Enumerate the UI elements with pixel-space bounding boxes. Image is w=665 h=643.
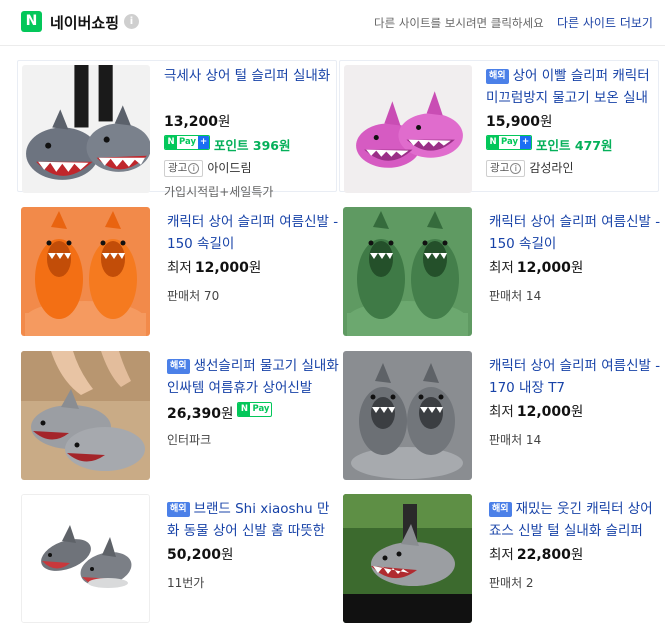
product-card[interactable]: 해외브랜드 Shi xiaoshu 만화 동물 상어 신발 홈 따뜻한 슬리퍼 … <box>21 494 341 626</box>
product-price: 최저 22,800원 <box>489 547 584 563</box>
product-info: 캐릭터 상어 슬리퍼 여름신발 - 150 속길이 최저 12,000원 판매처 … <box>167 211 341 304</box>
product-price: 최저 12,000원 <box>489 404 584 420</box>
product-card[interactable]: 캐릭터 상어 슬리퍼 여름신발 - 150 속길이 최저 12,000원 판매처 … <box>21 207 341 339</box>
overseas-badge: 해외 <box>486 69 509 84</box>
seller-count: 판매처 70 <box>167 289 220 303</box>
product-card[interactable]: 캐릭터 상어 슬리퍼 여름신발 - 150 속길이 최저 12,000원 판매처 … <box>343 207 663 339</box>
product-info: 캐릭터 상어 슬리퍼 여름신발 - 150 속길이 최저 12,000원 판매처 … <box>489 211 663 304</box>
product-card[interactable]: 해외 생선슬리퍼 물고기 실내화 인싸템 여름휴가 상어신발 26,390원 N Pa… <box>21 351 341 483</box>
product-card[interactable]: 캐릭터 상어 슬리퍼 여름신발 - 170 내장 T7 최저 12,000원 판매… <box>343 351 663 483</box>
product-info: 캐릭터 상어 슬리퍼 여름신발 - 170 내장 T7 최저 12,000원 판매… <box>489 355 663 448</box>
product-info: 해외 재밌는 웃긴 캐릭터 상어 죠스 신발 털 실내화 슬리퍼 최저 22,800… <box>489 498 663 591</box>
product-info: 해외 생선슬리퍼 물고기 실내화 인싸템 여름휴가 상어신발 26,390원 N Pa… <box>167 355 341 448</box>
product-title[interactable]: 극세사 상어 털 슬리퍼 실내화 <box>164 65 338 109</box>
overseas-badge: 해외 <box>167 359 190 374</box>
more-sites-hint: 다른 사이트를 보시려면 클릭하세요 <box>374 16 544 30</box>
product-price: 최저 12,000원 <box>167 260 262 276</box>
seller-name: 11번가 <box>167 576 205 590</box>
promo-text: 가입시적립+세일특가 <box>164 185 274 199</box>
overseas-badge: 해외 <box>489 502 512 517</box>
product-image[interactable] <box>343 351 472 480</box>
ad-badge[interactable]: 광고 i <box>486 160 526 177</box>
seller-name: 인터파크 <box>167 433 212 447</box>
product-price: 50,200원 <box>167 547 234 563</box>
header: N 네이버쇼핑 i 다른 사이트를 보시려면 클릭하세요 다른 사이트 더보기 <box>0 0 665 46</box>
product-info: 해외브랜드 Shi xiaoshu 만화 동물 상어 신발 홈 따뜻한 슬리퍼 … <box>167 498 341 591</box>
store-name[interactable]: 감성라인 <box>529 161 573 175</box>
product-title[interactable]: 해외상어 이빨 슬리퍼 캐릭터 미끄럼방지 물고기 보온 실내화 <box>486 65 660 109</box>
seller-count: 판매처 14 <box>489 289 542 303</box>
product-image[interactable] <box>343 207 472 336</box>
brand-title[interactable]: 네이버쇼핑 <box>50 12 119 33</box>
point-row: N Pay + 포인트 396원 <box>164 135 338 153</box>
product-price: 최저 12,000원 <box>489 260 584 276</box>
product-price: 13,200원 <box>164 114 231 130</box>
product-title[interactable]: 캐릭터 상어 슬리퍼 여름신발 - 150 속길이 <box>167 211 341 255</box>
product-image[interactable] <box>22 65 150 193</box>
product-info: 극세사 상어 털 슬리퍼 실내화 13,200원 N Pay + 포인트 396원 광… <box>164 65 338 200</box>
point-text: 포인트 477원 <box>536 138 613 153</box>
product-image[interactable] <box>343 494 472 623</box>
product-image[interactable] <box>21 351 150 480</box>
naver-pay-icon: N Pay + <box>486 135 533 150</box>
ad-row: 광고 i 아이드림 <box>164 158 338 177</box>
ad-badge[interactable]: 광고 i <box>164 160 204 177</box>
product-title[interactable]: 해외 재밌는 웃긴 캐릭터 상어 죠스 신발 털 실내화 슬리퍼 <box>489 498 663 542</box>
product-price: 15,900원 <box>486 114 553 130</box>
product-card[interactable]: 극세사 상어 털 슬리퍼 실내화 13,200원 N Pay + 포인트 396원 광… <box>17 60 337 199</box>
ad-row: 광고 i 감성라인 <box>486 158 660 177</box>
seller-count: 판매처 14 <box>489 433 542 447</box>
product-card[interactable]: 해외 재밌는 웃긴 캐릭터 상어 죠스 신발 털 실내화 슬리퍼 최저 22,800… <box>343 494 663 626</box>
product-image[interactable] <box>21 494 150 623</box>
naver-pay-icon: N Pay + <box>164 135 211 150</box>
product-title[interactable]: 캐릭터 상어 슬리퍼 여름신발 - 170 내장 T7 <box>489 355 663 399</box>
overseas-badge: 해외 <box>167 502 190 517</box>
naver-pay-icon: N Pay <box>237 402 273 417</box>
ad-info-icon[interactable]: i <box>188 163 200 174</box>
more-sites-link[interactable]: 다른 사이트 더보기 <box>557 14 653 31</box>
product-card[interactable]: 해외상어 이빨 슬리퍼 캐릭터 미끄럼방지 물고기 보온 실내화 15,900원… <box>339 60 660 193</box>
seller-count: 판매처 2 <box>489 576 534 590</box>
point-row: N Pay + 포인트 477원 <box>486 135 660 153</box>
product-info: 해외상어 이빨 슬리퍼 캐릭터 미끄럼방지 물고기 보온 실내화 15,900원… <box>486 65 660 177</box>
naver-logo-icon[interactable]: N <box>21 11 42 32</box>
product-price: 26,390원 N Pay <box>167 402 341 422</box>
point-text: 포인트 396원 <box>214 138 291 153</box>
product-title[interactable]: 해외브랜드 Shi xiaoshu 만화 동물 상어 신발 홈 따뜻한 슬리퍼 <box>167 498 341 542</box>
ad-info-icon[interactable]: i <box>510 163 522 174</box>
product-image[interactable] <box>21 207 150 336</box>
product-image[interactable] <box>344 65 472 193</box>
product-title[interactable]: 해외 생선슬리퍼 물고기 실내화 인싸템 여름휴가 상어신발 <box>167 355 341 399</box>
store-name[interactable]: 아이드림 <box>207 161 251 175</box>
product-title[interactable]: 캐릭터 상어 슬리퍼 여름신발 - 150 속길이 <box>489 211 663 255</box>
info-icon[interactable]: i <box>124 14 139 29</box>
